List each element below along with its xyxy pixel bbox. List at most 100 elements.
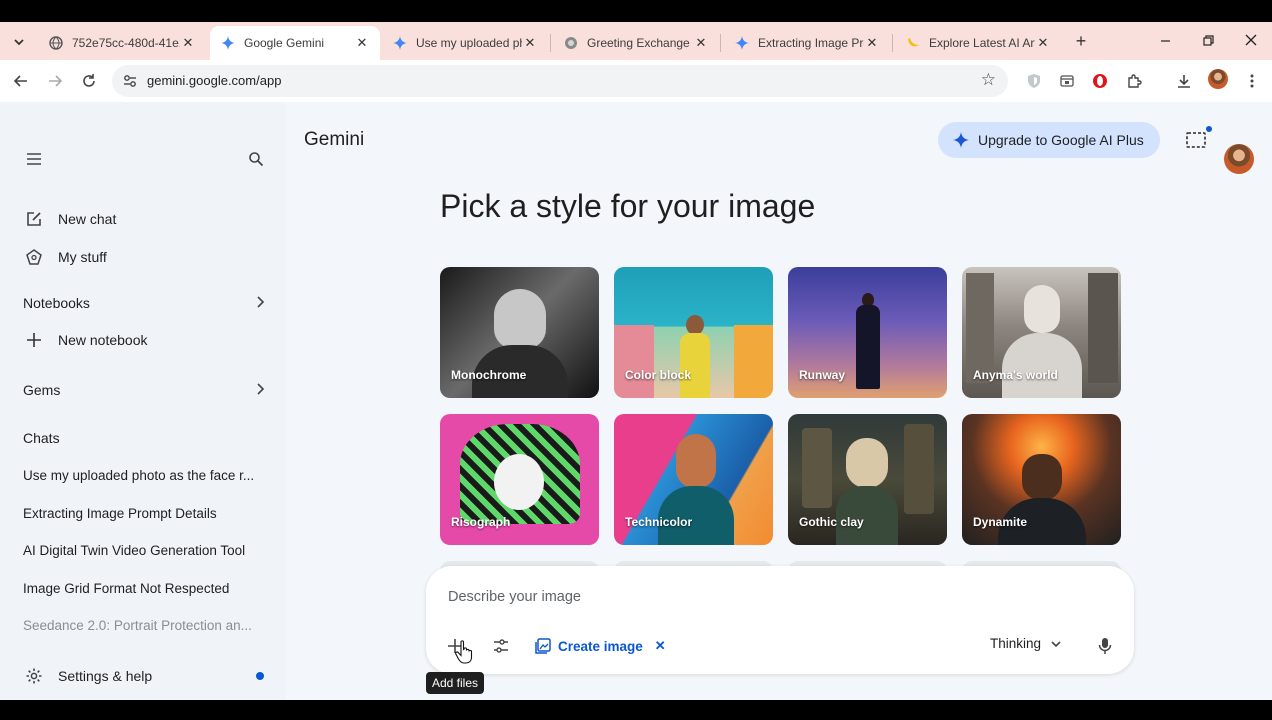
- upgrade-button[interactable]: Upgrade to Google AI Plus: [938, 122, 1160, 158]
- microphone-button[interactable]: [1092, 633, 1118, 659]
- my-stuff-label: My stuff: [58, 249, 107, 265]
- gemini-sparkle-icon: [392, 35, 408, 51]
- tab-2-active[interactable]: Google Gemini ✕: [210, 26, 380, 60]
- gemini-app: New chat My stuff Notebooks New notebook…: [0, 102, 1272, 700]
- tab-3[interactable]: Use my uploaded ph ✕: [382, 26, 548, 60]
- figure-head: [846, 438, 888, 488]
- opera-extension-icon[interactable]: [1087, 68, 1113, 94]
- new-notebook-label: New notebook: [58, 332, 148, 348]
- style-card-risograph[interactable]: Risograph: [440, 414, 599, 545]
- close-tab-icon[interactable]: ✕: [354, 35, 370, 51]
- browser-menu-icon[interactable]: [1239, 68, 1265, 94]
- gemini-sparkle-icon: [953, 132, 969, 148]
- style-card-technicolor[interactable]: Technicolor: [614, 414, 773, 545]
- portrait-figure: [494, 289, 546, 349]
- color-wall: [734, 325, 773, 398]
- chat-item[interactable]: Extracting Image Prompt Details: [23, 506, 263, 521]
- chevron-right-icon[interactable]: [252, 381, 268, 397]
- tab-title: 752e75cc-480d-41e1: [72, 36, 180, 50]
- new-notebook-button[interactable]: New notebook: [23, 328, 148, 352]
- account-avatar[interactable]: [1224, 144, 1254, 174]
- figure-body: [1002, 333, 1082, 398]
- figure-head: [676, 434, 716, 488]
- chat-item[interactable]: AI Digital Twin Video Generation Tool: [23, 543, 263, 558]
- style-label: Risograph: [451, 515, 511, 529]
- style-card-monochrome[interactable]: Monochrome: [440, 267, 599, 398]
- puzzle-extensions-icon[interactable]: [1121, 68, 1147, 94]
- new-tab-icon[interactable]: +: [1070, 30, 1092, 52]
- tab-title: Extracting Image Pro: [758, 36, 864, 50]
- notebooks-heading[interactable]: Notebooks: [23, 295, 90, 311]
- settings-help-button[interactable]: Settings & help: [23, 664, 152, 688]
- close-tab-icon[interactable]: ✕: [864, 35, 880, 51]
- my-stuff-button[interactable]: My stuff: [23, 245, 107, 269]
- close-tab-icon[interactable]: ✕: [693, 35, 709, 51]
- style-card-anymas-world[interactable]: Anyma's world: [962, 267, 1121, 398]
- tab-6[interactable]: Explore Latest AI Art ✕: [895, 26, 1061, 60]
- window-extension-icon[interactable]: [1054, 68, 1080, 94]
- create-image-chip[interactable]: Create image ✕: [534, 634, 666, 658]
- gems-heading[interactable]: Gems: [23, 382, 60, 398]
- browser-window: 752e75cc-480d-41e1 ✕ Google Gemini ✕ Use…: [0, 22, 1272, 700]
- figure-head: [1024, 285, 1060, 333]
- style-card-color-block[interactable]: Color block: [614, 267, 773, 398]
- notification-dot: [1206, 126, 1212, 132]
- screen-frame: 752e75cc-480d-41e1 ✕ Google Gemini ✕ Use…: [0, 0, 1272, 720]
- style-label: Runway: [799, 368, 846, 382]
- tools-button[interactable]: [488, 633, 514, 659]
- style-card-gothic-clay[interactable]: Gothic clay: [788, 414, 947, 545]
- style-label: Technicolor: [625, 515, 693, 529]
- chat-item[interactable]: Use my uploaded photo as the face r...: [23, 468, 263, 483]
- chevron-right-icon[interactable]: [252, 294, 268, 310]
- bookmark-star-icon[interactable]: ☆: [981, 70, 996, 90]
- style-card-dynamite[interactable]: Dynamite: [962, 414, 1121, 545]
- reload-icon[interactable]: [76, 68, 102, 94]
- address-bar[interactable]: gemini.google.com/app ☆: [112, 65, 1008, 97]
- forward-icon[interactable]: [42, 68, 68, 94]
- main-area: Gemini Upgrade to Google AI Plus Pick a …: [286, 102, 1272, 700]
- profile-avatar[interactable]: [1208, 69, 1228, 89]
- image-icon: [535, 638, 551, 654]
- mode-selector[interactable]: Thinking: [990, 636, 1062, 651]
- tab-4[interactable]: Greeting Exchange ✕: [553, 26, 719, 60]
- tab-title: Google Gemini: [244, 36, 325, 50]
- prompt-input[interactable]: Describe your image: [448, 589, 581, 605]
- figure-dress: [680, 333, 710, 398]
- style-label: Monochrome: [451, 368, 527, 382]
- chat-item[interactable]: Image Grid Format Not Respected: [23, 581, 263, 596]
- close-tab-icon[interactable]: ✕: [180, 35, 196, 51]
- notification-dot: [256, 672, 264, 680]
- figure-head: [1022, 454, 1062, 500]
- tab-search-icon[interactable]: [8, 31, 30, 53]
- sidebar: New chat My stuff Notebooks New notebook…: [0, 102, 286, 700]
- search-icon[interactable]: [242, 145, 270, 173]
- site-settings-icon[interactable]: [122, 73, 138, 89]
- shield-extension-icon[interactable]: [1021, 68, 1047, 94]
- close-window-icon[interactable]: [1236, 30, 1266, 52]
- screen-share-icon[interactable]: [1184, 128, 1208, 152]
- restore-icon[interactable]: [1193, 30, 1223, 52]
- riso-face: [494, 454, 544, 510]
- main-menu-icon[interactable]: [20, 145, 48, 173]
- tab-5[interactable]: Extracting Image Pro ✕: [724, 26, 890, 60]
- close-tab-icon[interactable]: ✕: [522, 35, 538, 51]
- chevron-down-icon: [1051, 640, 1061, 647]
- add-files-tooltip: Add files: [426, 672, 485, 694]
- style-label: Color block: [625, 368, 692, 382]
- download-icon[interactable]: [1171, 68, 1197, 94]
- chat-item[interactable]: Seedance 2.0: Portrait Protection an...: [23, 618, 263, 633]
- tab-strip: 752e75cc-480d-41e1 ✕ Google Gemini ✕ Use…: [0, 22, 1272, 60]
- new-chat-label: New chat: [58, 211, 117, 227]
- page-heading: Pick a style for your image: [440, 188, 816, 224]
- tab-1[interactable]: 752e75cc-480d-41e1 ✕: [38, 26, 206, 60]
- style-card-runway[interactable]: Runway: [788, 267, 947, 398]
- app-title[interactable]: Gemini: [304, 129, 364, 151]
- browser-toolbar: gemini.google.com/app ☆: [0, 60, 1272, 102]
- tab-separator: [892, 34, 893, 52]
- remove-chip-icon[interactable]: ✕: [655, 638, 666, 654]
- minimize-icon[interactable]: [1150, 30, 1180, 52]
- close-tab-icon[interactable]: ✕: [1035, 35, 1051, 51]
- new-chat-button[interactable]: New chat: [23, 207, 116, 231]
- back-icon[interactable]: [8, 68, 34, 94]
- building-shape: [802, 428, 832, 508]
